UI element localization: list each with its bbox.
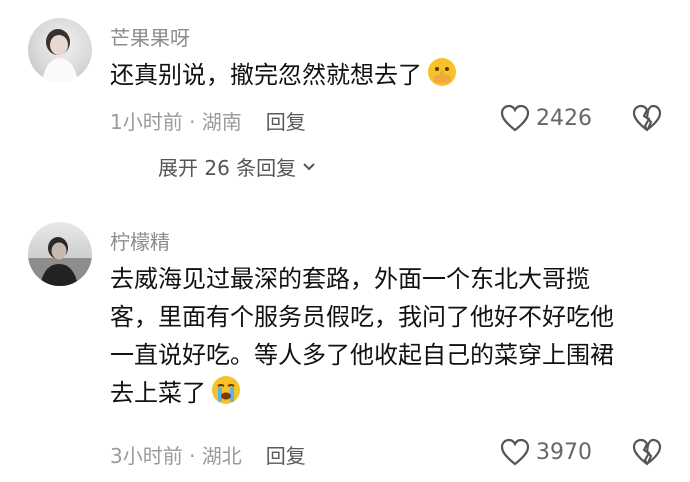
comment-text-content: 还真别说，撤完忽然就想去了 bbox=[110, 61, 422, 89]
like-button[interactable]: 3970 bbox=[500, 438, 592, 466]
comment-text-line: 一直说好吃。等人多了他收起自己的菜穿上围裙 bbox=[110, 341, 614, 369]
comment-text: 还真别说，撤完忽然就想去了 bbox=[110, 56, 670, 94]
heart-icon bbox=[500, 104, 530, 132]
broken-heart-icon bbox=[632, 104, 662, 132]
expand-replies-button[interactable]: 展开 26 条回复 bbox=[158, 152, 316, 181]
chevron-down-icon bbox=[303, 162, 315, 170]
dislike-button[interactable] bbox=[632, 438, 662, 470]
broken-heart-icon bbox=[632, 438, 662, 466]
comment-text-line-last: 去上菜了 bbox=[110, 374, 670, 412]
expand-replies-label: 展开 26 条回复 bbox=[158, 156, 297, 180]
like-count: 2426 bbox=[536, 105, 592, 131]
like-button[interactable]: 2426 bbox=[500, 104, 592, 132]
shushing-emoji-icon bbox=[428, 58, 456, 86]
comment-meta: 1小时前 · 湖南 回复 bbox=[110, 106, 306, 135]
reply-button[interactable]: 回复 bbox=[266, 106, 306, 135]
crying-emoji-icon bbox=[212, 376, 240, 404]
time-location: 3小时前 · 湖北 bbox=[110, 444, 242, 468]
comment-text-line: 客，里面有个服务员假吃，我问了他好不好吃他 bbox=[110, 303, 614, 331]
avatar[interactable] bbox=[28, 18, 92, 82]
heart-icon bbox=[500, 438, 530, 466]
dislike-button[interactable] bbox=[632, 104, 662, 136]
username[interactable]: 芒果果呀 bbox=[110, 22, 190, 51]
username[interactable]: 柠檬精 bbox=[110, 226, 170, 255]
comment-text: 去威海见过最深的套路，外面一个东北大哥揽 客，里面有个服务员假吃，我问了他好不好… bbox=[110, 260, 670, 412]
comment-text-line: 去威海见过最深的套路，外面一个东北大哥揽 bbox=[110, 265, 590, 293]
comment-meta: 3小时前 · 湖北 回复 bbox=[110, 440, 306, 469]
comment-text-line-content: 去上菜了 bbox=[110, 379, 206, 407]
avatar[interactable] bbox=[28, 222, 92, 286]
time-location: 1小时前 · 湖南 bbox=[110, 110, 242, 134]
like-count: 3970 bbox=[536, 439, 592, 465]
reply-button[interactable]: 回复 bbox=[266, 440, 306, 469]
